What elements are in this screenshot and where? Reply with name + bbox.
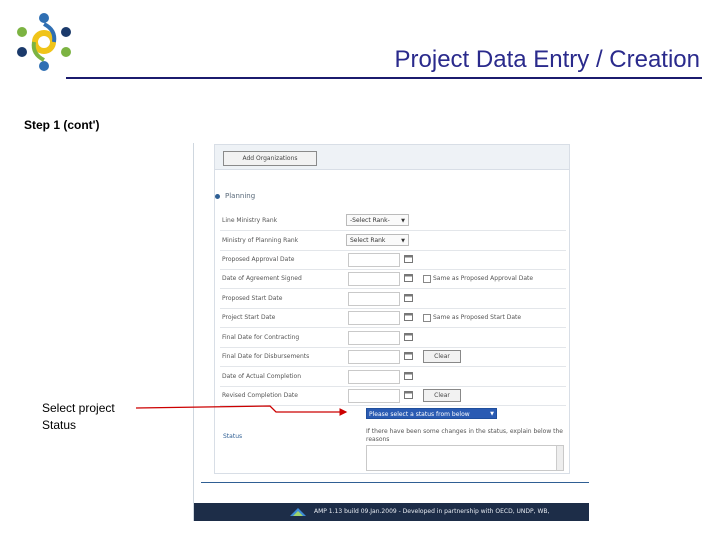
row-date-agreement-signed: Date of Agreement Signed Same as Propose… (220, 269, 566, 289)
row-proposed-start-date: Proposed Start Date (220, 289, 566, 309)
final-disbursements-date-input[interactable] (348, 350, 400, 364)
planning-heading: Planning (215, 192, 255, 200)
calendar-icon[interactable] (404, 293, 413, 302)
select-value: Select Rank (350, 237, 386, 244)
proposed-approval-date-input[interactable] (348, 253, 400, 267)
row-final-date-disbursements: Final Date for Disbursements Clear (220, 347, 566, 367)
app-footer: AMP 1.13 build 09.Jan.2009 - Developed i… (194, 503, 589, 521)
footer-build-text: AMP 1.13 build 09.Jan.2009 - Developed i… (314, 508, 550, 515)
calendar-icon[interactable] (404, 371, 413, 380)
calendar-icon[interactable] (404, 312, 413, 321)
field-label: Ministry of Planning Rank (222, 237, 299, 244)
select-value: -Select Rank- (350, 217, 390, 224)
field-label: Proposed Start Date (222, 295, 283, 302)
row-proposed-approval-date: Proposed Approval Date (220, 250, 566, 270)
row-project-start-date: Project Start Date Same as Proposed Star… (220, 308, 566, 328)
field-label: Proposed Approval Date (222, 256, 295, 263)
content-divider (201, 482, 589, 483)
planning-heading-label: Planning (225, 192, 256, 200)
clear-button[interactable]: Clear (423, 389, 461, 402)
organizations-bar: Add Organizations (215, 145, 569, 170)
row-revised-completion-date: Revised Completion Date Clear (220, 386, 566, 406)
callout-line-2: Status (42, 418, 77, 432)
clear-button[interactable]: Clear (423, 350, 461, 363)
textarea-scrollbar[interactable] (556, 446, 563, 470)
checkbox-label: Same as Proposed Approval Date (433, 275, 534, 282)
row-line-ministry-rank: Line Ministry Rank -Select Rank- ▼ (220, 211, 566, 231)
checkbox-label: Same as Proposed Start Date (433, 314, 522, 321)
revised-completion-date-input[interactable] (348, 389, 400, 403)
ministry-planning-rank-select[interactable]: Select Rank ▼ (346, 234, 409, 246)
row-final-date-contracting: Final Date for Contracting (220, 328, 566, 348)
calendar-icon[interactable] (404, 273, 413, 282)
logo-icon (17, 13, 71, 71)
title-underline (66, 77, 702, 79)
row-ministry-planning-rank: Ministry of Planning Rank Select Rank ▼ (220, 231, 566, 251)
status-select[interactable]: Please select a status from below ▼ (366, 408, 497, 419)
planning-panel: Add Organizations Planning Line Ministry… (214, 144, 570, 474)
status-note: If there have been some changes in the s… (366, 428, 564, 443)
field-label: Final Date for Contracting (222, 334, 300, 341)
project-start-date-input[interactable] (348, 311, 400, 325)
chevron-down-icon: ▼ (490, 411, 494, 417)
chevron-down-icon: ▼ (401, 238, 405, 244)
status-explanation-textarea[interactable] (366, 445, 564, 471)
page-title: Project Data Entry / Creation (394, 46, 700, 73)
field-label: Revised Completion Date (222, 392, 298, 399)
callout-text: Select project Status (42, 400, 115, 434)
row-date-actual-completion: Date of Actual Completion (220, 367, 566, 387)
line-ministry-rank-select[interactable]: -Select Rank- ▼ (346, 214, 409, 226)
bullet-icon (215, 193, 220, 199)
callout-line-1: Select project (42, 401, 115, 415)
proposed-start-date-input[interactable] (348, 292, 400, 306)
calendar-icon[interactable] (404, 254, 413, 263)
field-label: Date of Agreement Signed (222, 275, 302, 282)
same-as-approval-checkbox[interactable] (423, 275, 431, 283)
add-organizations-button[interactable]: Add Organizations (223, 151, 317, 166)
actual-completion-date-input[interactable] (348, 370, 400, 384)
field-label: Line Ministry Rank (222, 217, 278, 224)
field-label: Project Start Date (222, 314, 276, 321)
field-label: Date of Actual Completion (222, 373, 302, 380)
calendar-icon[interactable] (404, 351, 413, 360)
amp-logo-icon (290, 508, 306, 516)
chevron-down-icon: ▼ (401, 218, 405, 224)
status-select-value: Please select a status from below (369, 411, 470, 418)
step-label: Step 1 (cont') (24, 118, 100, 132)
field-label: Final Date for Disbursements (222, 353, 310, 360)
status-label: Status (223, 433, 243, 440)
calendar-icon[interactable] (404, 390, 413, 399)
agreement-signed-date-input[interactable] (348, 272, 400, 286)
final-contracting-date-input[interactable] (348, 331, 400, 345)
calendar-icon[interactable] (404, 332, 413, 341)
same-as-start-checkbox[interactable] (423, 314, 431, 322)
form-screenshot: Add Organizations Planning Line Ministry… (193, 143, 589, 521)
